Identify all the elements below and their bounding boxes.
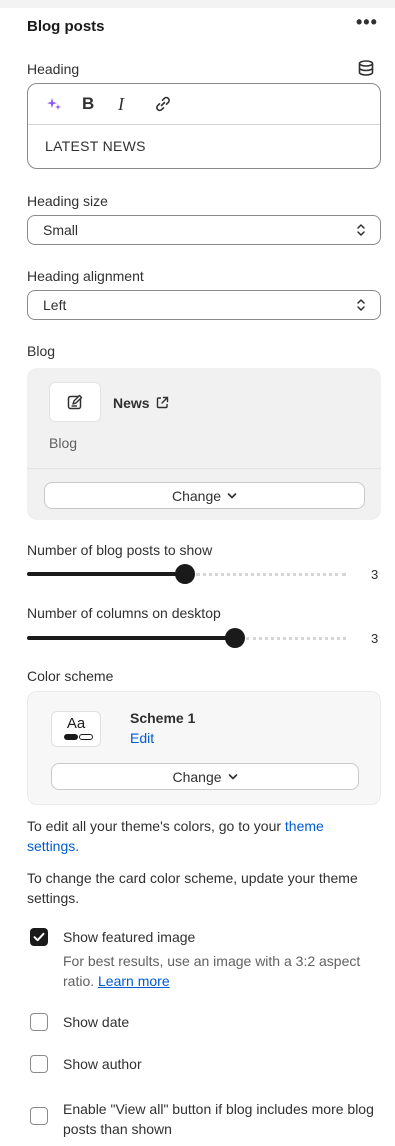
checkmark-icon	[33, 932, 45, 942]
blog-edit-icon	[49, 382, 101, 422]
columns-desktop-label: Number of columns on desktop	[27, 605, 221, 621]
heading-label: Heading	[27, 61, 80, 77]
posts-slider-track[interactable]	[196, 573, 346, 576]
color-scheme-label: Color scheme	[27, 668, 114, 684]
chevron-down-icon	[227, 492, 237, 498]
columns-slider-value: 3	[371, 631, 379, 646]
select-chevron-icon	[357, 299, 365, 311]
columns-slider-track[interactable]	[246, 637, 346, 640]
rich-text-toolbar: B I	[28, 84, 380, 125]
columns-slider-thumb[interactable]	[225, 628, 245, 648]
italic-button[interactable]: I	[118, 92, 154, 116]
theme-colors-info: To edit all your theme's colors, go to y…	[27, 816, 377, 856]
posts-slider-value: 3	[371, 567, 379, 582]
heading-alignment-label: Heading alignment	[27, 268, 144, 284]
top-divider	[0, 0, 395, 8]
swatch-secondary-pill	[79, 734, 93, 740]
scheme-name: Scheme 1	[130, 710, 196, 726]
columns-slider-fill	[27, 636, 235, 640]
swatch-text: Aa	[66, 715, 86, 732]
show-author-label[interactable]: Show author	[63, 1056, 142, 1072]
link-icon[interactable]	[154, 92, 190, 116]
heading-alignment-select[interactable]: Left	[27, 290, 381, 320]
sparkle-icon[interactable]	[46, 92, 82, 116]
blog-change-button[interactable]: Change	[44, 482, 365, 509]
blog-type-label: Blog	[49, 435, 78, 451]
learn-more-link[interactable]: Learn more	[98, 973, 170, 989]
bold-button[interactable]: B	[82, 92, 118, 116]
chevron-down-icon	[228, 773, 237, 779]
view-all-checkbox[interactable]	[30, 1107, 48, 1125]
show-date-label[interactable]: Show date	[63, 1014, 129, 1030]
featured-image-checkbox[interactable]	[30, 928, 48, 946]
heading-rich-text-editor: B I LATEST NEWS	[27, 83, 381, 169]
section-title: Blog posts	[27, 18, 105, 35]
heading-size-value: Small	[43, 222, 79, 238]
blog-name-link[interactable]: News	[113, 395, 169, 411]
posts-to-show-label: Number of blog posts to show	[27, 542, 213, 558]
scheme-change-button[interactable]: Change	[51, 763, 359, 790]
swatch-primary-pill	[64, 734, 78, 740]
posts-slider-fill	[27, 572, 185, 576]
heading-text-value[interactable]: LATEST NEWS	[28, 125, 380, 154]
blog-card: News Blog Change	[27, 368, 381, 520]
card-divider	[27, 468, 381, 469]
blog-change-label: Change	[171, 487, 222, 504]
show-date-checkbox[interactable]	[30, 1013, 48, 1031]
scheme-change-label: Change	[172, 768, 222, 785]
featured-image-help: For best results, use an image with a 3:…	[63, 951, 383, 991]
heading-size-label: Heading size	[27, 193, 108, 209]
ellipsis-icon[interactable]: •••	[356, 12, 378, 33]
color-scheme-card: Aa Scheme 1 Edit Change	[27, 691, 381, 805]
blog-name-text: News	[113, 395, 150, 411]
scheme-edit-link[interactable]: Edit	[130, 730, 154, 746]
posts-slider-thumb[interactable]	[175, 564, 195, 584]
select-chevron-icon	[357, 224, 365, 236]
scheme-swatch: Aa	[51, 711, 101, 747]
external-link-icon	[157, 396, 169, 409]
database-icon[interactable]	[357, 59, 375, 77]
card-scheme-info: To change the card color scheme, update …	[27, 870, 358, 906]
theme-colors-text: To edit all your theme's colors, go to y…	[27, 818, 282, 834]
heading-size-select[interactable]: Small	[27, 215, 381, 245]
featured-image-label[interactable]: Show featured image	[63, 929, 195, 945]
blog-label: Blog	[27, 343, 56, 359]
view-all-label[interactable]: Enable "View all" button if blog include…	[63, 1099, 378, 1139]
show-author-checkbox[interactable]	[30, 1055, 48, 1073]
heading-alignment-value: Left	[43, 297, 67, 313]
